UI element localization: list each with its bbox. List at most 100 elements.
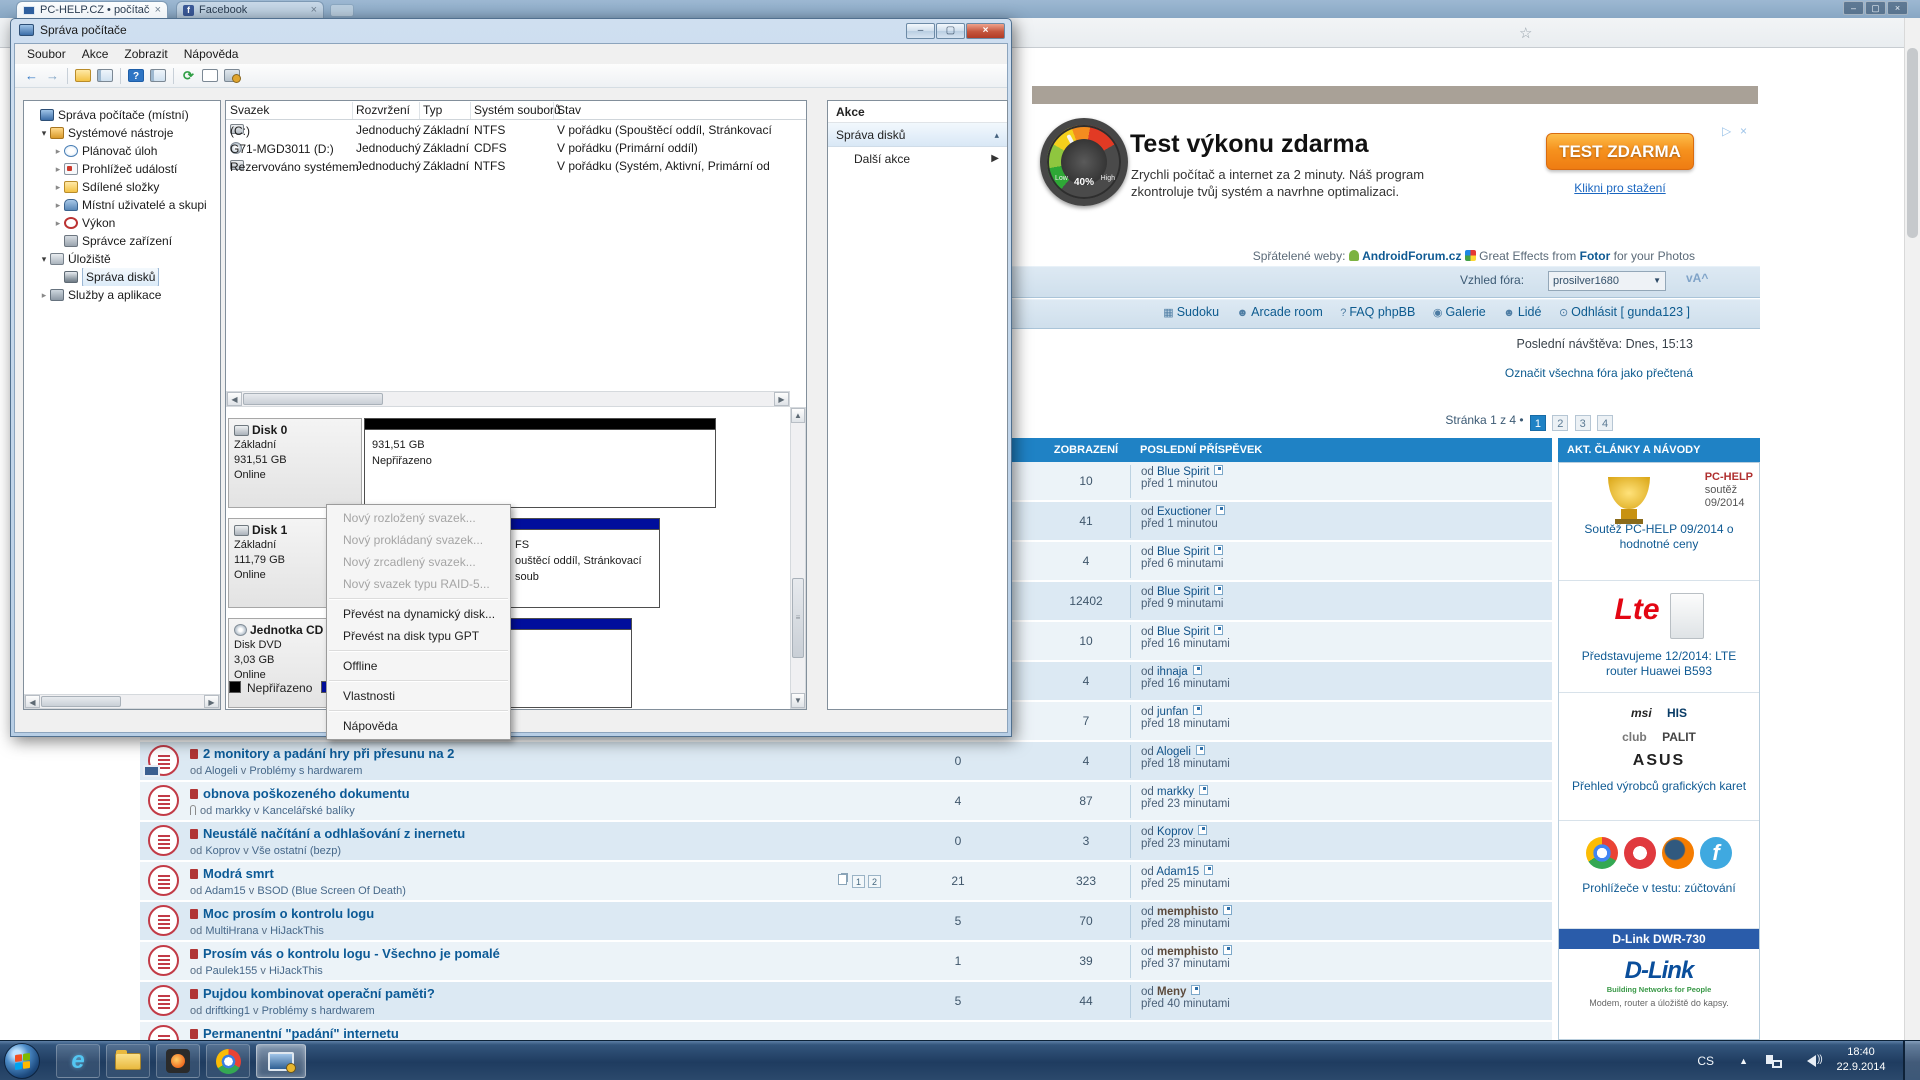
disk0-unallocated-partition[interactable]: 931,51 GBNepřiřazeno <box>364 418 716 508</box>
start-button[interactable] <box>4 1043 40 1079</box>
nav-sudoku[interactable]: Sudoku <box>1177 305 1219 319</box>
last-author-link[interactable]: Exuctioner <box>1157 506 1211 518</box>
last-author-link[interactable]: Adam15 <box>1156 866 1199 878</box>
goto-post-icon[interactable] <box>1199 785 1208 795</box>
androidforum-link[interactable]: AndroidForum.cz <box>1362 249 1461 263</box>
tray-language[interactable]: CS <box>1697 1041 1714 1080</box>
browser-minimize-button[interactable]: – <box>1843 1 1864 15</box>
volume-row-reserved[interactable]: Rezervováno systémem Jednoduchý Základní… <box>226 158 806 176</box>
menu-item-prevest-dynamicky[interactable]: Převést na dynamický disk... <box>327 603 510 625</box>
tree-item-sluzby-aplikace[interactable]: ▸Služby a aplikace <box>24 286 220 304</box>
topic-title-link[interactable]: Modrá smrt <box>203 866 274 881</box>
browsers-link[interactable]: Prohlížeče v testu: zúčtování <box>1565 881 1753 896</box>
goto-post-icon[interactable] <box>1223 905 1232 915</box>
nav-arcade[interactable]: Arcade room <box>1251 305 1323 319</box>
col-stav[interactable]: Stav <box>557 103 581 117</box>
taskbar-explorer-button[interactable] <box>106 1044 150 1078</box>
tab-close-icon[interactable]: × <box>311 4 317 16</box>
col-typ[interactable]: Typ <box>423 103 442 117</box>
topic-forum-link[interactable]: HiJackThis <box>270 925 324 937</box>
tree-item-spravce-zarizeni[interactable]: Správce zařízení <box>24 232 220 250</box>
window-maximize-button[interactable]: ▢ <box>936 23 965 39</box>
volume-row-c[interactable]: (C:) Jednoduchý Základní NTFS V pořádku … <box>226 122 806 140</box>
scroll-right-icon[interactable]: ▶ <box>774 392 789 406</box>
style-select[interactable]: prosilver1680 ▼ <box>1548 271 1666 291</box>
disk-view-vscrollbar[interactable]: ▲ ≡ ▼ <box>790 407 806 709</box>
nav-people[interactable]: Lidé <box>1518 305 1542 319</box>
browser-close-button[interactable]: × <box>1887 1 1908 15</box>
taskbar-media-button[interactable] <box>156 1044 200 1078</box>
topic-title-link[interactable]: Moc prosím o kontrolu logu <box>203 906 374 921</box>
topic-author-link[interactable]: markky <box>215 805 250 817</box>
collapse-icon[interactable]: ▸ <box>52 214 64 232</box>
topic-forum-link[interactable]: Vše ostatní (bezp) <box>252 845 341 857</box>
sidebar-item-dlink[interactable]: D-Link DWR-730 D-Link Building Networks … <box>1559 929 1759 1039</box>
goto-post-icon[interactable] <box>1214 545 1223 555</box>
col-svazek[interactable]: Svazek <box>230 103 269 117</box>
col-system-souboru[interactable]: Systém souborů <box>474 103 561 117</box>
settings-icon[interactable] <box>224 69 240 82</box>
tray-network-icon[interactable] <box>1766 1041 1782 1080</box>
topic-title-link[interactable]: Permanentní "padání" internetu <box>203 1026 399 1041</box>
scroll-left-icon[interactable]: ◀ <box>25 695 40 708</box>
topic-forum-link[interactable]: HiJackThis <box>269 965 323 977</box>
collapse-icon[interactable]: ▸ <box>52 160 64 178</box>
font-size-control-icon[interactable]: vA^ <box>1686 271 1708 285</box>
actions-group-sprava-disku[interactable]: Správa disků ▴ <box>828 123 1007 147</box>
export-list-icon[interactable] <box>75 69 91 82</box>
menu-napoveda[interactable]: Nápověda <box>176 47 247 61</box>
topic-row[interactable]: Pujdou kombinovat operační paměti? od dr… <box>140 982 1552 1020</box>
taskbar-computer-management-button[interactable] <box>256 1044 306 1078</box>
page-1-button[interactable]: 1 <box>1530 415 1546 431</box>
sidebar-item-browsers[interactable]: f Prohlížeče v testu: zúčtování <box>1559 821 1759 929</box>
topic-row[interactable]: Neustálě načítání a odhlašování z inerne… <box>140 822 1552 860</box>
goto-post-icon[interactable] <box>1191 985 1200 995</box>
actions-dalsi-akce[interactable]: Další akce ▶ <box>828 147 1007 171</box>
sidebar-item-lte[interactable]: Lte Představujeme 12/2014: LTE router Hu… <box>1559 581 1759 693</box>
scrollbar-thumb[interactable] <box>1907 48 1918 238</box>
browser-tab-facebook[interactable]: f Facebook × <box>176 1 324 18</box>
nav-faq[interactable]: FAQ phpBB <box>1349 305 1415 319</box>
window-titlebar[interactable]: Správa počítače <box>19 23 127 37</box>
taskbar-chrome-button[interactable] <box>206 1044 250 1078</box>
taskbar-ie-button[interactable]: e <box>56 1044 100 1078</box>
tree-item-planovac-uloh[interactable]: ▸Plánovač úloh <box>24 142 220 160</box>
computer-management-window[interactable]: Správa počítače – ▢ × Soubor Akce Zobraz… <box>10 18 1012 737</box>
topic-title-link[interactable]: Neustálě načítání a odhlašování z inerne… <box>203 826 465 841</box>
topic-forum-link[interactable]: Problémy s hardwarem <box>249 765 362 777</box>
goto-post-icon[interactable] <box>1193 665 1202 675</box>
last-author-link[interactable]: Meny <box>1157 986 1186 998</box>
forward-button-icon[interactable]: → <box>43 67 62 84</box>
nav-logout[interactable]: Odhlásit [ gunda123 ] <box>1571 305 1690 319</box>
goto-post-icon[interactable] <box>1214 465 1223 475</box>
last-author-link[interactable]: Blue Spirit <box>1157 466 1209 478</box>
topic-author-link[interactable]: Adam15 <box>205 885 246 897</box>
menu-akce[interactable]: Akce <box>74 47 117 61</box>
goto-post-icon[interactable] <box>1196 745 1205 755</box>
browser-maximize-button[interactable]: ▢ <box>1865 1 1886 15</box>
ad-test-button[interactable]: TEST ZDARMA <box>1546 133 1694 170</box>
goto-post-icon[interactable] <box>1223 945 1232 955</box>
topic-title-link[interactable]: Prosím vás o kontrolu logu - Všechno je … <box>203 946 500 961</box>
ad-close-icon[interactable]: × <box>1740 124 1747 138</box>
tray-volume-icon[interactable] <box>1801 1041 1816 1080</box>
window-close-button[interactable]: × <box>966 23 1005 39</box>
tree-item-sprava-disku[interactable]: Správa disků <box>24 268 220 286</box>
sidebar-item-gpu[interactable]: msi HIS club PALIT ASUS Přehled výrobců … <box>1559 693 1759 821</box>
tree-item-mistni-uzivatele[interactable]: ▸Místní uživatelé a skupi <box>24 196 220 214</box>
disk0-info[interactable]: Disk 0 Základní 931,51 GB Online <box>228 418 362 508</box>
topic-title-link[interactable]: obnova poškozeného dokumentu <box>203 786 410 801</box>
tab-close-icon[interactable]: × <box>155 4 161 16</box>
properties-icon[interactable] <box>202 69 218 82</box>
back-button-icon[interactable]: ← <box>22 67 41 84</box>
tray-show-hidden-icons[interactable]: ▲ <box>1739 1041 1748 1080</box>
menu-item-offline[interactable]: Offline <box>327 655 510 677</box>
collapse-icon[interactable]: ▸ <box>52 178 64 196</box>
topic-forum-link[interactable]: Kancelářské balíky <box>262 805 354 817</box>
last-author-link[interactable]: junfan <box>1157 706 1188 718</box>
tree-item-sdilene-slozky[interactable]: ▸Sdílené složky <box>24 178 220 196</box>
topic-author-link[interactable]: driftking1 <box>205 1005 250 1017</box>
topic-author-link[interactable]: Alogeli <box>205 765 238 777</box>
new-tab-button[interactable] <box>330 4 354 17</box>
last-author-link[interactable]: memphisto <box>1157 946 1218 958</box>
